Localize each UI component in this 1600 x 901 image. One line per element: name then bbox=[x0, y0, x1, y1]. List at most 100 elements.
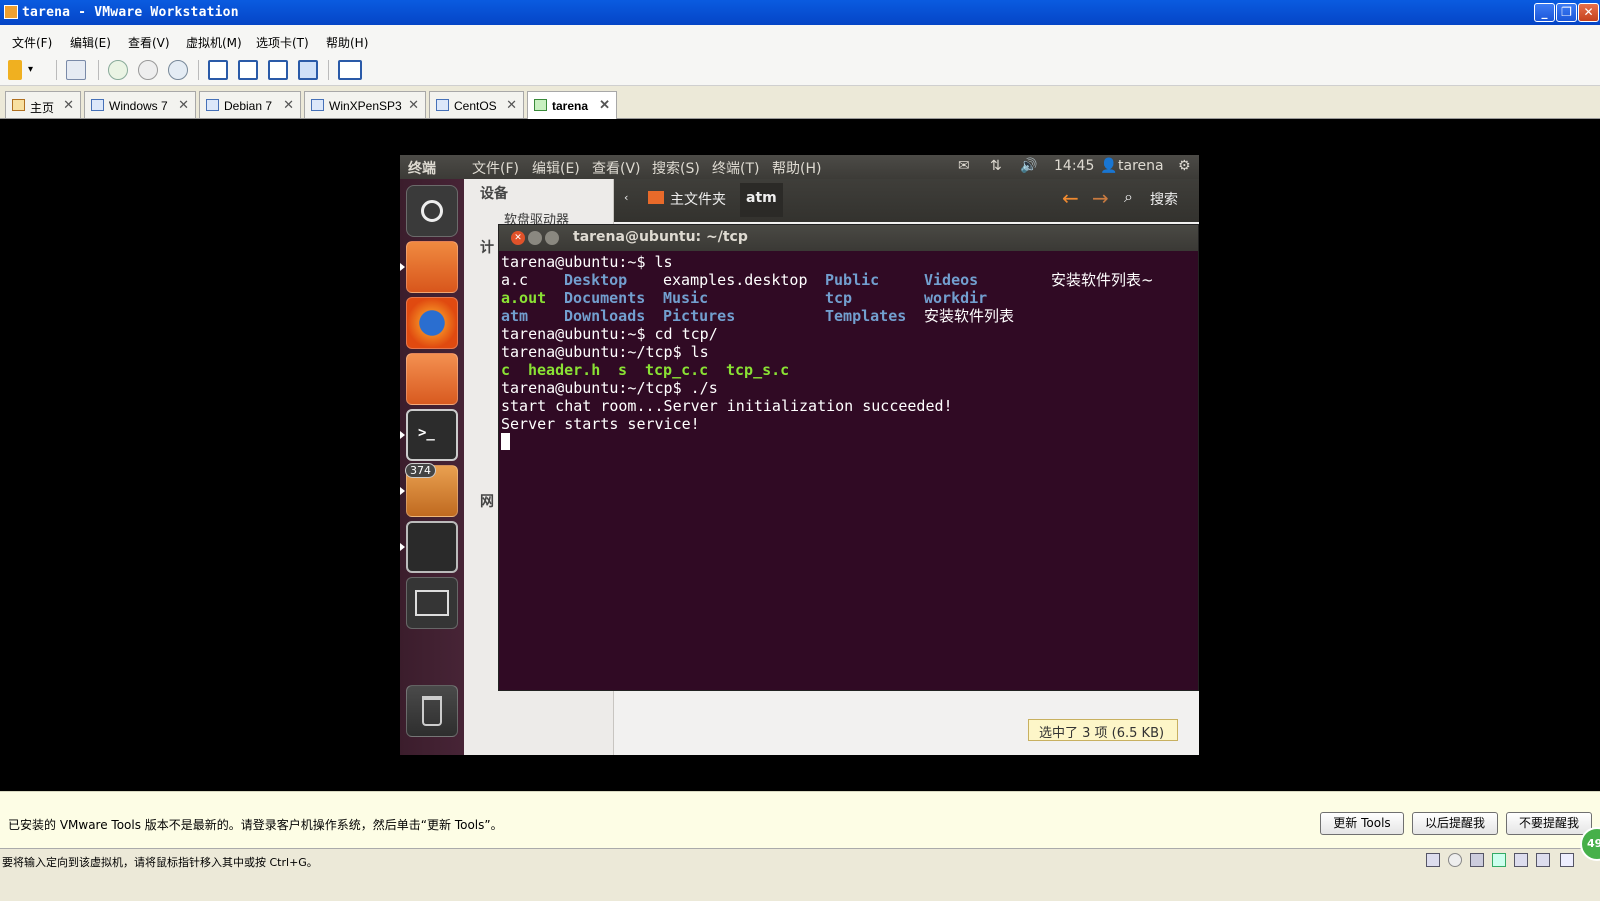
network-icon[interactable] bbox=[66, 60, 86, 80]
snapshot-icon[interactable] bbox=[108, 60, 128, 80]
network-arrows-icon[interactable]: ⇅ bbox=[990, 158, 1002, 174]
maximize-icon[interactable] bbox=[545, 231, 559, 245]
panel-clock[interactable]: 14:45 bbox=[1054, 158, 1094, 174]
tab-winxpensp3[interactable]: WinXPenSP3 ✕ bbox=[304, 91, 426, 118]
sound-icon[interactable] bbox=[1536, 853, 1550, 867]
sidebar-view-icon[interactable] bbox=[208, 60, 228, 80]
message-log-icon[interactable] bbox=[1560, 853, 1574, 867]
tab-label: Debian 7 bbox=[224, 99, 273, 113]
remind-later-button[interactable]: 以后提醒我 bbox=[1412, 812, 1498, 835]
menu-help[interactable]: 帮助(H) bbox=[326, 34, 368, 51]
exec-entry: s bbox=[618, 361, 628, 379]
close-icon[interactable]: ✕ bbox=[178, 97, 189, 113]
window-title: tarena - VMware Workstation bbox=[22, 5, 239, 20]
exec-entry: a.out bbox=[501, 289, 547, 307]
tab-debian7[interactable]: Debian 7 ✕ bbox=[199, 91, 301, 118]
close-icon[interactable]: ✕ bbox=[506, 97, 517, 113]
hard-disk-icon[interactable] bbox=[1426, 853, 1440, 867]
search-icon[interactable]: ⌕ bbox=[1124, 187, 1133, 207]
tab-home[interactable]: 主页 ✕ bbox=[5, 91, 81, 118]
dir-entry: Documents bbox=[564, 289, 646, 307]
terminal-menu-search[interactable]: 搜索(S) bbox=[652, 158, 700, 178]
exec-entry: c bbox=[501, 361, 511, 379]
restore-button[interactable]: ❐ bbox=[1556, 3, 1577, 22]
gear-icon[interactable]: ⚙ bbox=[1178, 158, 1191, 174]
vm-tab-bar: 主页 ✕ Windows 7 ✕ Debian 7 ✕ WinXPenSP3 ✕… bbox=[0, 86, 1600, 119]
terminal-menu-help[interactable]: 帮助(H) bbox=[772, 158, 821, 178]
terminal-menu-terminal[interactable]: 终端(T) bbox=[712, 158, 759, 178]
home-folder-icon[interactable] bbox=[406, 241, 458, 293]
dir-entry: atm bbox=[501, 307, 529, 325]
stretch-guest-icon[interactable] bbox=[338, 60, 362, 80]
chevron-left-icon[interactable]: ‹ bbox=[624, 191, 628, 204]
exec-entry: tcp_c.c bbox=[645, 361, 709, 379]
terminal-menu-file[interactable]: 文件(F) bbox=[472, 158, 519, 178]
toolbar: ▾ bbox=[0, 55, 1600, 86]
back-arrow-icon[interactable]: ← bbox=[1062, 186, 1079, 210]
menu-view[interactable]: 查看(V) bbox=[128, 34, 170, 51]
terminal-menu-edit[interactable]: 编辑(E) bbox=[532, 158, 580, 178]
tab-label: tarena bbox=[552, 99, 589, 113]
software-center-icon[interactable] bbox=[406, 353, 458, 405]
close-icon[interactable]: ✕ bbox=[283, 97, 294, 113]
volume-icon[interactable]: 🔊 bbox=[1020, 158, 1037, 174]
tab-tarena[interactable]: tarena ✕ bbox=[527, 91, 617, 119]
fullscreen-icon[interactable] bbox=[268, 60, 288, 80]
mail-icon[interactable]: ✉ bbox=[958, 158, 970, 174]
update-manager-icon[interactable]: 374 bbox=[405, 463, 458, 517]
tab-label: WinXPenSP3 bbox=[329, 99, 402, 113]
tab-centos[interactable]: CentOS ✕ bbox=[429, 91, 524, 118]
workspace-switcher-icon[interactable] bbox=[406, 577, 458, 629]
disk-utility-icon[interactable] bbox=[406, 521, 458, 573]
snapshot-manager-icon[interactable] bbox=[168, 60, 188, 80]
close-icon[interactable]: ✕ bbox=[408, 97, 419, 113]
floppy-icon[interactable] bbox=[1470, 853, 1484, 867]
terminal-icon[interactable]: >_ bbox=[406, 409, 458, 461]
pause-icon[interactable] bbox=[8, 60, 22, 80]
terminal-line: Server starts service! bbox=[501, 415, 700, 433]
terminal-menu-view[interactable]: 查看(V) bbox=[592, 158, 641, 178]
terminal-title: tarena@ubuntu: ~/tcp bbox=[573, 229, 748, 245]
close-icon[interactable]: ✕ bbox=[511, 231, 525, 245]
printer-icon[interactable] bbox=[1514, 853, 1528, 867]
search-button[interactable]: 搜索 bbox=[1150, 189, 1178, 209]
console-view-icon[interactable] bbox=[238, 60, 258, 80]
menu-edit[interactable]: 编辑(E) bbox=[70, 34, 111, 51]
update-tools-button[interactable]: 更新 Tools bbox=[1320, 812, 1404, 835]
menu-file[interactable]: 文件(F) bbox=[12, 34, 52, 51]
menu-vm[interactable]: 虚拟机(M) bbox=[186, 34, 242, 51]
terminal-output[interactable]: tarena@ubuntu:~$ ls a.c Desktop examples… bbox=[501, 253, 1198, 690]
minimize-button[interactable]: _ bbox=[1534, 3, 1555, 22]
path-home-button[interactable]: 主文件夹 bbox=[670, 189, 726, 209]
menu-tabs[interactable]: 选项卡(T) bbox=[256, 34, 309, 51]
dir-entry: Music bbox=[663, 289, 709, 307]
panel-app-name: 终端 bbox=[408, 161, 436, 177]
unity-icon[interactable] bbox=[298, 60, 318, 80]
dir-entry: Videos bbox=[924, 271, 979, 289]
close-button[interactable]: ✕ bbox=[1578, 3, 1599, 22]
window-title-bar: tarena - VMware Workstation _ ❐ ✕ bbox=[0, 0, 1600, 25]
tab-windows7[interactable]: Windows 7 ✕ bbox=[84, 91, 196, 118]
terminal-line: tarena@ubuntu:~/tcp$ ls bbox=[501, 343, 709, 361]
terminal-line: tarena@ubuntu:~$ cd tcp/ bbox=[501, 325, 718, 343]
terminal-window[interactable]: ✕ tarena@ubuntu: ~/tcp tarena@ubuntu:~$ … bbox=[498, 224, 1199, 691]
panel-user[interactable]: tarena bbox=[1118, 158, 1164, 174]
chevron-down-icon[interactable]: ▾ bbox=[28, 60, 40, 80]
dont-remind-button[interactable]: 不要提醒我 bbox=[1506, 812, 1592, 835]
network-adapter-icon[interactable] bbox=[1492, 853, 1506, 867]
close-icon[interactable]: ✕ bbox=[599, 97, 610, 113]
dir-entry: workdir bbox=[924, 289, 988, 307]
firefox-icon[interactable] bbox=[406, 297, 458, 349]
close-icon[interactable]: ✕ bbox=[63, 97, 74, 113]
minimize-icon[interactable] bbox=[528, 231, 542, 245]
tools-update-notice: 已安装的 VMware Tools 版本不是最新的。请登录客户机操作系统，然后单… bbox=[0, 791, 1600, 848]
cd-drive-icon[interactable] bbox=[1448, 853, 1462, 867]
status-message: 要将输入定向到该虚拟机，请将鼠标指针移入其中或按 Ctrl+G。 bbox=[2, 856, 318, 869]
path-current-button[interactable]: atm bbox=[740, 183, 783, 217]
forward-arrow-icon[interactable]: → bbox=[1092, 186, 1109, 210]
dir-entry: tcp bbox=[825, 289, 853, 307]
revert-snapshot-icon[interactable] bbox=[138, 60, 158, 80]
trash-icon[interactable] bbox=[406, 685, 458, 737]
ubuntu-dash-icon[interactable] bbox=[406, 185, 458, 237]
tab-label: Windows 7 bbox=[109, 99, 168, 113]
